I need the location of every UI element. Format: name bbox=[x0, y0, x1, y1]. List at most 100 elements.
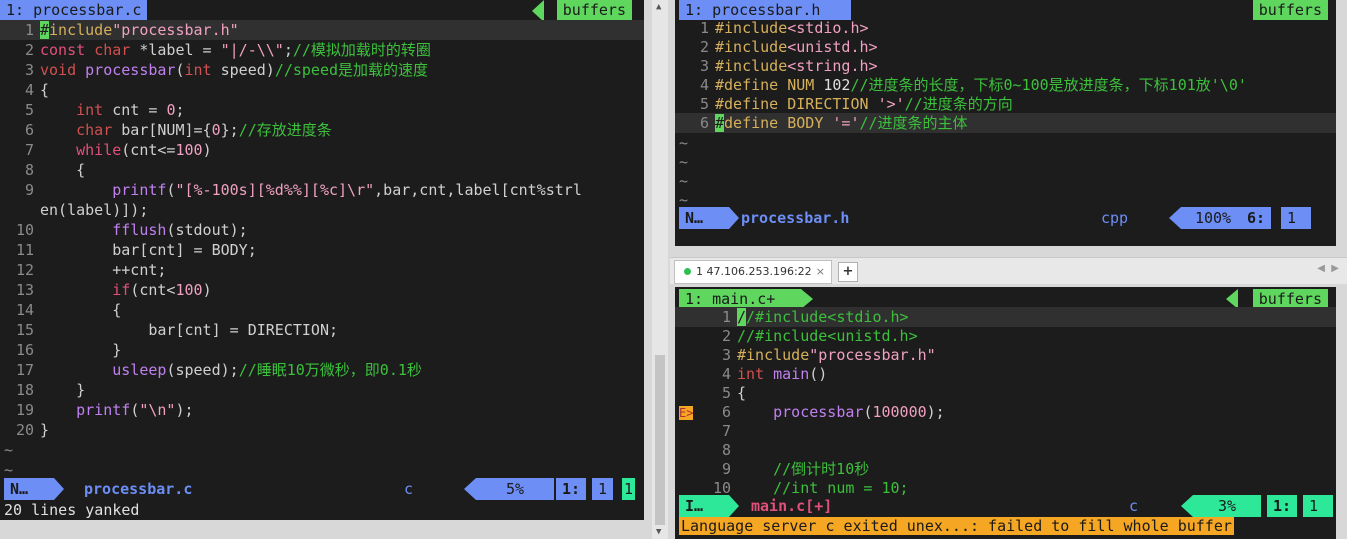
line-text: usleep(speed);//睡眠10万微秒，即0.1秒 bbox=[112, 361, 422, 379]
rt-percent-arrow bbox=[1169, 207, 1181, 229]
left-code-line[interactable]: 20} bbox=[0, 420, 644, 440]
rt-code-line[interactable]: 1 #include<stdio.h> bbox=[675, 18, 1336, 38]
left-tabline: 1: processbar.c buffers bbox=[0, 0, 644, 22]
left-code-line[interactable]: 14 { bbox=[0, 300, 644, 320]
line-text: { bbox=[737, 384, 747, 402]
left-code-line[interactable]: 8 { bbox=[0, 160, 644, 180]
line-number: 11 bbox=[15, 241, 34, 259]
scrollbar-thumb[interactable] bbox=[655, 355, 665, 525]
line-number: 1 bbox=[24, 21, 34, 39]
left-code-line[interactable]: 15 bar[cnt] = DIRECTION; bbox=[0, 320, 644, 340]
line-number: 15 bbox=[15, 321, 34, 339]
left-editor-pane[interactable]: 1: processbar.c buffers 1 #include"proces… bbox=[0, 0, 644, 520]
left-code-line[interactable]: 13 if(cnt<100) bbox=[0, 280, 644, 300]
rt-tilde-1: ~ bbox=[679, 134, 689, 152]
rt-buffers-label[interactable]: buffers bbox=[1252, 0, 1328, 20]
left-code-line[interactable]: en(label)]); bbox=[0, 200, 644, 220]
left-tilde-1: ~ bbox=[4, 441, 14, 459]
left-code-line[interactable]: 19 printf("\n"); bbox=[0, 400, 644, 420]
left-code-line[interactable]: 1 #include"processbar.h" bbox=[0, 20, 644, 40]
session-tabbar: 1 47.106.253.196:22 × + ◀ ▶ bbox=[670, 257, 1347, 284]
command-message: 20 lines yanked bbox=[4, 501, 140, 519]
line-text: ++cnt; bbox=[40, 261, 167, 279]
line-number: 16 bbox=[15, 341, 34, 359]
left-code-line[interactable]: 7 while(cnt<=100) bbox=[0, 140, 644, 160]
rb-status-col: 1 bbox=[1303, 495, 1333, 517]
rb-code-line[interactable]: 2 //#include<unistd.h> bbox=[675, 326, 1336, 346]
line-text: char bar[NUM]={0};//存放进度条 bbox=[76, 121, 332, 139]
left-percent-arrow bbox=[464, 478, 476, 500]
left-code-line[interactable]: 5 int cnt = 0; bbox=[0, 100, 644, 120]
left-active-tab[interactable]: 1: processbar.c bbox=[0, 0, 148, 20]
left-buffers-label[interactable]: buffers bbox=[556, 0, 632, 20]
line-number: 5 bbox=[24, 101, 34, 119]
scroll-down-icon[interactable]: ▼ bbox=[656, 527, 661, 537]
rb-code-line[interactable]: 3 #include"processbar.h" bbox=[675, 345, 1336, 365]
rt-code-line[interactable]: 5 #define DIRECTION '>'//进度条的方向 bbox=[675, 94, 1336, 114]
left-code-line[interactable]: 4{ bbox=[0, 80, 644, 100]
right-bottom-editor-pane[interactable]: 1: main.c+ buffers 1 //#include<stdio.h> … bbox=[675, 287, 1336, 539]
right-top-editor-pane[interactable]: 1: processbar.h buffers 1 #include<stdio.… bbox=[675, 0, 1336, 246]
rb-code-line[interactable]: 5{ bbox=[675, 383, 1336, 403]
rb-status-percent: 3% bbox=[1193, 495, 1261, 517]
rb-code-line[interactable]: 7 bbox=[675, 421, 1336, 441]
left-code-line[interactable]: 10 fflush(stdout); bbox=[0, 220, 644, 240]
left-code-line[interactable]: 2 const char *label = "|/-\\";//模拟加载时的转圈 bbox=[0, 40, 644, 60]
rb-percent-arrow bbox=[1181, 495, 1193, 517]
line-number: 3 bbox=[24, 61, 34, 79]
rb-active-tab[interactable]: 1: main.c+ bbox=[679, 289, 801, 309]
line-text: bar[cnt] = DIRECTION; bbox=[40, 321, 339, 339]
left-code-line[interactable]: 16 } bbox=[0, 340, 644, 360]
left-code-line[interactable]: 17 usleep(speed);//睡眠10万微秒，即0.1秒 bbox=[0, 360, 644, 380]
line-number: 4 bbox=[721, 365, 731, 383]
line-text: #include<stdio.h> bbox=[715, 19, 869, 37]
left-code-area[interactable]: 1 #include"processbar.h" 2 const char *labe… bbox=[0, 20, 644, 460]
line-text: //倒计时10秒 bbox=[773, 460, 870, 478]
rb-code-line[interactable]: 9 //倒计时10秒 bbox=[675, 459, 1336, 479]
left-code-line[interactable]: 18 } bbox=[0, 380, 644, 400]
rb-code-area[interactable]: 1 //#include<stdio.h> 2 //#include<unistd.… bbox=[675, 307, 1336, 497]
line-number: 17 bbox=[15, 361, 34, 379]
rt-active-tab[interactable]: 1: processbar.h bbox=[679, 0, 851, 20]
rb-code-line[interactable]: 1 //#include<stdio.h> bbox=[675, 307, 1336, 327]
left-code-line[interactable]: 11 bar[cnt] = BODY; bbox=[0, 240, 644, 260]
rb-status-filetype: c bbox=[1129, 497, 1139, 515]
rt-code-line[interactable]: 2 #include<unistd.h> bbox=[675, 37, 1336, 57]
line-number: 3 bbox=[721, 346, 731, 364]
tab-scroll-right-icon[interactable]: ▶ bbox=[1331, 263, 1339, 274]
rb-code-line[interactable]: E> 6 processbar(100000); bbox=[675, 402, 1336, 422]
rt-code-area[interactable]: 1 #include<stdio.h> 2 #include<unistd.h> 3 #i… bbox=[675, 18, 1336, 138]
error-sign-icon: E> bbox=[679, 406, 694, 420]
line-text: #define DIRECTION '>'//进度条的方向 bbox=[715, 95, 1013, 113]
session-close-icon[interactable]: × bbox=[816, 261, 825, 283]
rt-code-line[interactable]: 3 #include<string.h> bbox=[675, 56, 1336, 76]
left-status-line: 1: bbox=[556, 478, 587, 500]
session-tab[interactable]: 1 47.106.253.196:22 × bbox=[674, 260, 832, 284]
line-number: 2 bbox=[721, 327, 731, 345]
left-code-line[interactable]: 3 void processbar(int speed)//speed是加载的速度 bbox=[0, 60, 644, 80]
left-code-line[interactable]: 6 char bar[NUM]={0};//存放进度条 bbox=[0, 120, 644, 140]
rt-code-line[interactable]: 4 #define NUM 102//进度条的长度，下标0~100是放进度条，下标… bbox=[675, 75, 1336, 95]
line-number: 10 bbox=[15, 221, 34, 239]
scroll-up-icon[interactable]: ▲ bbox=[656, 2, 661, 12]
connection-status-icon bbox=[684, 268, 691, 275]
vertical-scrollbar[interactable]: ▲ ▼ bbox=[652, 0, 668, 539]
rb-buffers-label[interactable]: buffers bbox=[1252, 289, 1328, 309]
tab-scroll-left-icon[interactable]: ◀ bbox=[1317, 263, 1325, 274]
rb-code-line[interactable]: 4 int main() bbox=[675, 364, 1336, 384]
line-text: if(cnt<100) bbox=[112, 281, 212, 299]
line-text: void processbar(int speed)//speed是加载的速度 bbox=[40, 61, 429, 79]
line-number: 13 bbox=[15, 281, 34, 299]
rt-code-line[interactable]: 6 #define BODY '='//进度条的主体 bbox=[675, 113, 1336, 133]
left-code-line[interactable]: 9 printf("[%-100s][%d%%][%c]\r",bar,cnt,… bbox=[0, 180, 644, 200]
line-text: const char *label = "|/-\\";//模拟加载时的转圈 bbox=[40, 41, 431, 59]
line-text: //#include<stdio.h> bbox=[737, 308, 909, 326]
left-code-line[interactable]: 12 ++cnt; bbox=[0, 260, 644, 280]
line-text: bar[cnt] = BODY; bbox=[40, 241, 257, 259]
line-number: 4 bbox=[24, 81, 34, 99]
rt-mode-indicator: N… bbox=[679, 207, 729, 229]
rt-tilde-3: ~ bbox=[679, 172, 689, 190]
line-number: 14 bbox=[15, 301, 34, 319]
add-session-button[interactable]: + bbox=[838, 262, 858, 282]
rb-code-line[interactable]: 8 bbox=[675, 440, 1336, 460]
